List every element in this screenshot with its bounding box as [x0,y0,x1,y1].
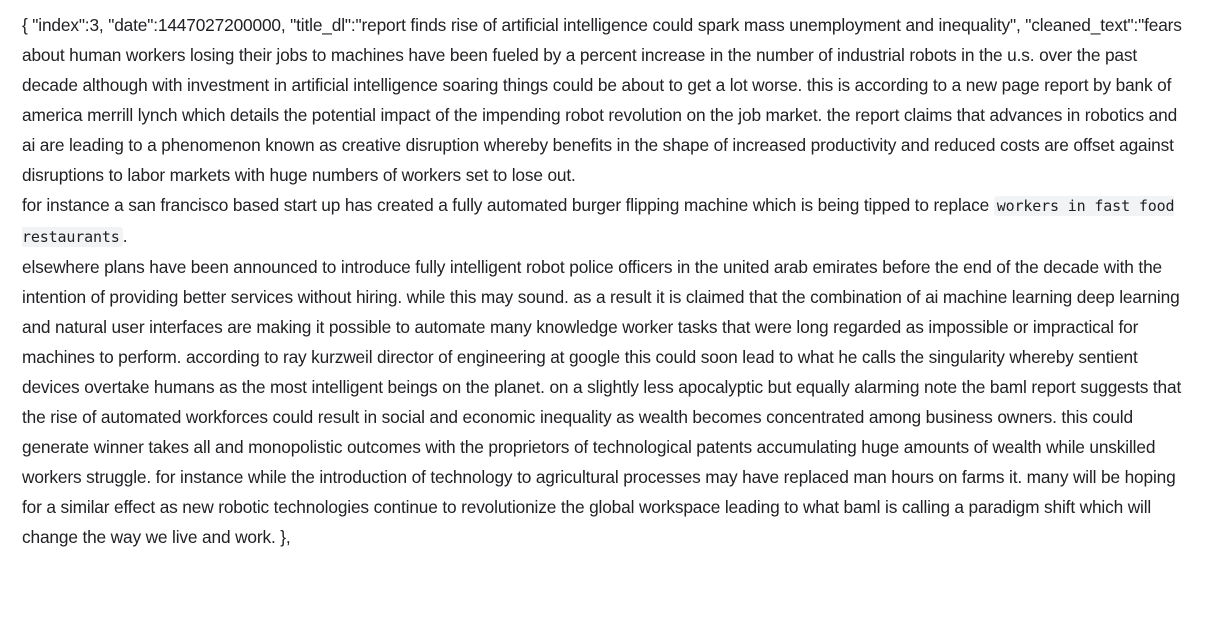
paragraph-3: elsewhere plans have been announced to i… [22,257,1182,547]
paragraph-1: { "index":3, "date":1447027200000, "titl… [22,15,1182,185]
paragraph-2-end: . [122,226,128,246]
document-body: { "index":3, "date":1447027200000, "titl… [0,0,1211,552]
paragraph-2: for instance a san francisco based start… [22,190,1189,252]
paragraph-2-text: for instance a san francisco based start… [22,195,994,215]
